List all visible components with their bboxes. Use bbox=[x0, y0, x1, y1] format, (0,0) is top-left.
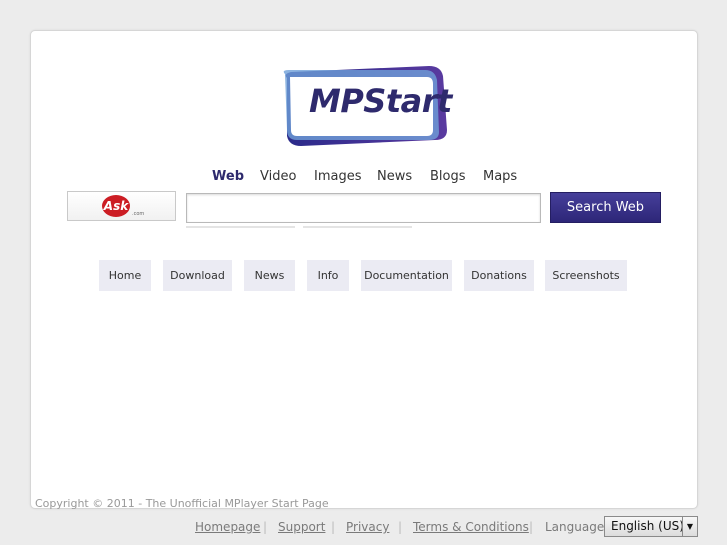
language-label: Language: bbox=[545, 520, 609, 534]
suggest-divider bbox=[186, 226, 295, 228]
copyright-text: Copyright © 2011 - The Unofficial MPlaye… bbox=[35, 497, 329, 510]
nav-donations-button[interactable]: Donations bbox=[464, 260, 534, 291]
chevron-down-icon[interactable]: ▼ bbox=[682, 517, 697, 536]
language-select[interactable]: English (US) ▼ bbox=[604, 516, 698, 537]
ask-logo-icon: Ask .com bbox=[102, 195, 144, 217]
footer-separator: | bbox=[263, 520, 268, 534]
search-input[interactable] bbox=[186, 193, 541, 223]
footer-link-terms[interactable]: Terms & Conditions bbox=[413, 520, 529, 534]
search-tabs: Web Video Images News Blogs Maps bbox=[0, 169, 727, 187]
nav-documentation-button[interactable]: Documentation bbox=[361, 260, 452, 291]
logo-text: MPStart bbox=[309, 82, 452, 120]
ask-logo-text: Ask bbox=[103, 199, 129, 213]
tab-blogs[interactable]: Blogs bbox=[430, 169, 466, 184]
tab-video[interactable]: Video bbox=[260, 169, 296, 184]
tab-news[interactable]: News bbox=[377, 169, 412, 184]
search-provider-logo[interactable]: Ask .com bbox=[67, 191, 176, 221]
search-web-button[interactable]: Search Web bbox=[550, 192, 661, 223]
footer-separator: | bbox=[398, 520, 403, 534]
nav-home-button[interactable]: Home bbox=[99, 260, 151, 291]
language-value: English (US) bbox=[611, 519, 684, 533]
footer-link-homepage[interactable]: Homepage bbox=[195, 520, 260, 534]
tab-web[interactable]: Web bbox=[212, 169, 244, 184]
nav-screenshots-button[interactable]: Screenshots bbox=[545, 260, 627, 291]
nav-info-button[interactable]: Info bbox=[307, 260, 349, 291]
footer-link-support[interactable]: Support bbox=[278, 520, 325, 534]
tab-images[interactable]: Images bbox=[314, 169, 362, 184]
footer-separator: | bbox=[331, 520, 336, 534]
footer-link-privacy[interactable]: Privacy bbox=[346, 520, 389, 534]
footer-separator: | bbox=[529, 520, 534, 534]
suggest-divider bbox=[303, 226, 412, 228]
tab-maps[interactable]: Maps bbox=[483, 169, 517, 184]
nav-download-button[interactable]: Download bbox=[163, 260, 232, 291]
ask-logo-sub: .com bbox=[132, 211, 144, 217]
mpstart-logo[interactable]: MPStart bbox=[279, 64, 452, 148]
nav-news-button[interactable]: News bbox=[244, 260, 295, 291]
